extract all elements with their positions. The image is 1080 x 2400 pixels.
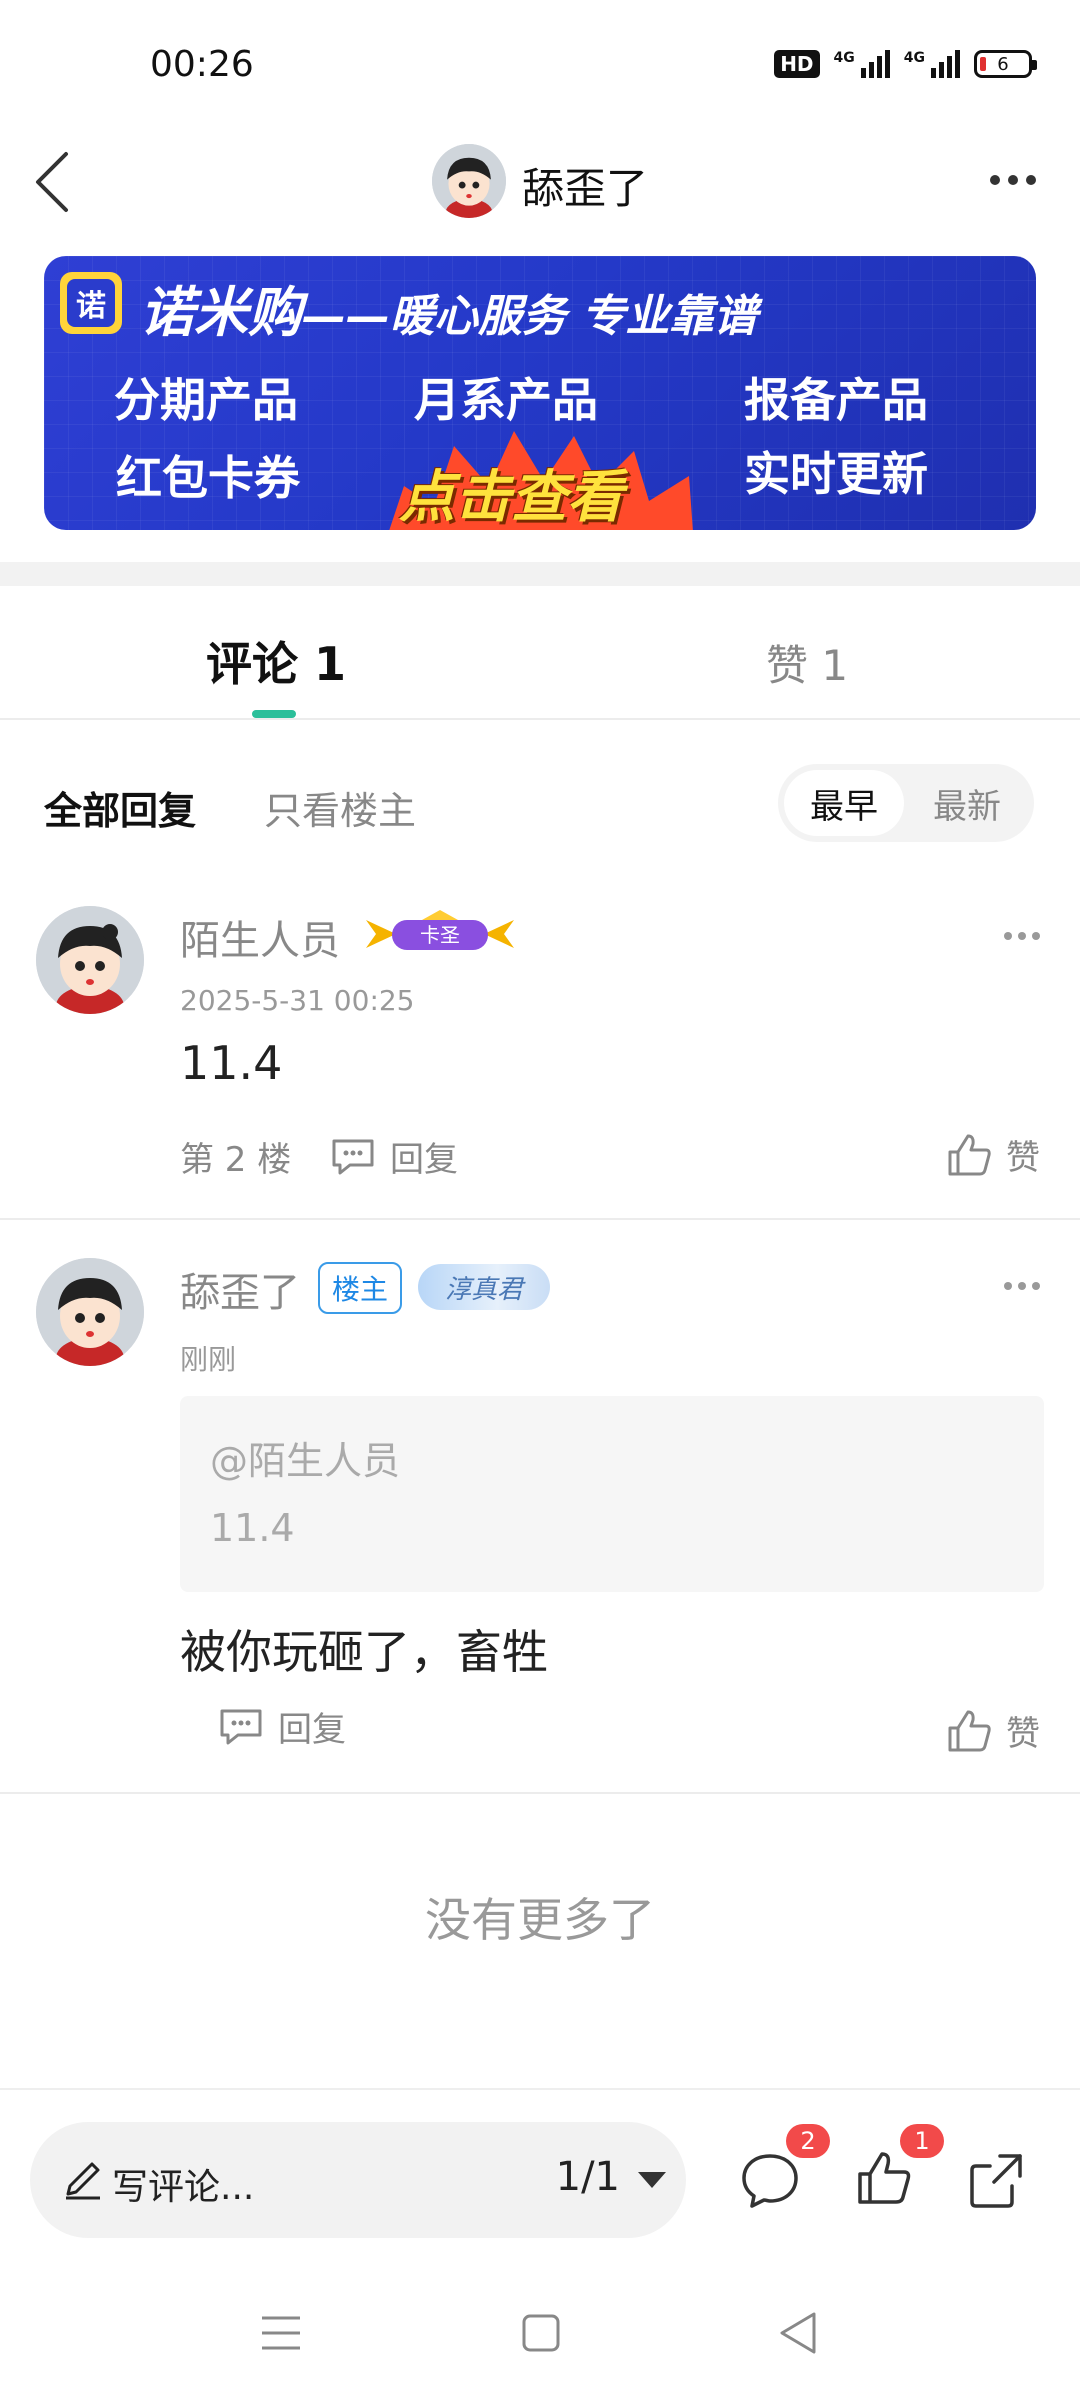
comment-input[interactable]: 写评论... 1/1 (30, 2122, 686, 2238)
divider (0, 2088, 1080, 2090)
brand-logo-icon: 诺 (60, 272, 122, 334)
sort-earliest-button[interactable]: 最早 (784, 770, 904, 836)
tab-likes[interactable]: 赞 1 (766, 632, 848, 693)
ad-banner[interactable]: 诺 诺米购——暖心服务 专业靠谱 分期产品 月系产品 报备产品 红包卡券 实时更… (44, 256, 1036, 530)
banner-item: 实时更新 (744, 447, 928, 501)
thumbs-up-icon (948, 1710, 991, 1751)
reply-icon (332, 1139, 374, 1174)
divider (0, 718, 1080, 720)
menu-icon[interactable] (254, 2306, 308, 2360)
svg-text:卡圣: 卡圣 (420, 923, 460, 947)
comment-more-icon[interactable] (1004, 932, 1040, 940)
status-time: 00:26 (150, 44, 254, 85)
avatar[interactable] (432, 144, 506, 218)
floor-label: 第 2 楼 (180, 1140, 292, 1180)
tab-indicator (252, 710, 296, 718)
more-icon[interactable] (990, 175, 1036, 185)
avatar-icon (36, 1258, 144, 1366)
rank-badge: 淳真君 (418, 1264, 550, 1310)
comment-text: 11.4 (180, 1036, 283, 1090)
like-button[interactable]: 赞 (946, 1130, 1040, 1179)
user-badge: 卡圣 (362, 910, 518, 958)
avatar[interactable] (36, 906, 144, 1014)
comment-more-icon[interactable] (1004, 1282, 1040, 1290)
comment-input-placeholder: 写评论... (112, 2167, 255, 2208)
avatar-icon (36, 906, 144, 1014)
share-icon[interactable] (964, 2148, 1028, 2212)
signal-icon: 4G (834, 50, 890, 78)
like-icon[interactable] (852, 2146, 916, 2210)
avatar-icon (432, 144, 506, 218)
divider (0, 1218, 1080, 1220)
hd-icon: HD (774, 50, 820, 78)
sort-toggle: 最早 最新 (778, 764, 1034, 842)
quote-text: 11.4 (210, 1506, 295, 1550)
nav-back-icon[interactable] (772, 2306, 826, 2360)
banner-item: 红包卡券 (116, 451, 300, 505)
comment-icon[interactable] (738, 2148, 802, 2212)
page-title: 舔歪了 (522, 164, 649, 213)
like-count-badge: 1 (900, 2124, 944, 2158)
battery-icon: 6 (974, 50, 1037, 78)
sort-latest-button[interactable]: 最新 (912, 770, 1022, 836)
like-button[interactable]: 赞 (946, 1706, 1040, 1755)
banner-cta[interactable]: 点击查看 (399, 452, 623, 530)
quoted-comment[interactable]: @陌生人员 11.4 (180, 1396, 1044, 1592)
comment-username[interactable]: 陌生人员 (180, 908, 340, 966)
filter-op-only[interactable]: 只看楼主 (264, 780, 416, 835)
comment-count-badge: 2 (786, 2124, 830, 2158)
page-indicator[interactable]: 1/1 (556, 2154, 620, 2200)
section-separator (0, 562, 1080, 586)
reply-button[interactable]: 回复 (218, 1702, 346, 1751)
pencil-icon (66, 2162, 100, 2200)
quote-username: @陌生人员 (210, 1439, 401, 1483)
divider (0, 1792, 1080, 1794)
tab-comments[interactable]: 评论 1 (206, 628, 346, 694)
filter-all-replies[interactable]: 全部回复 (44, 780, 196, 835)
banner-headline: 诺米购——暖心服务 专业靠谱 (140, 281, 758, 344)
status-icons: HD 4G 4G 6 (774, 50, 1037, 78)
banner-item: 分期产品 (114, 373, 298, 427)
banner-item: 月系产品 (414, 373, 598, 427)
end-of-list-label: 没有更多了 (425, 1893, 655, 1947)
banner-item: 报备产品 (744, 373, 928, 427)
chevron-down-icon[interactable] (638, 2172, 666, 2188)
reply-button[interactable]: 回复 (330, 1132, 458, 1181)
comment-text: 被你玩砸了，畜牲 (180, 1625, 548, 1679)
op-badge: 楼主 (318, 1262, 403, 1314)
comment-username[interactable]: 舔歪了 (180, 1260, 300, 1318)
reply-icon (220, 1709, 262, 1744)
thumbs-up-icon (948, 1134, 991, 1175)
avatar[interactable] (36, 1258, 144, 1366)
comment-time: 刚刚 (180, 1343, 237, 1376)
back-icon[interactable] (30, 150, 76, 214)
signal-icon-2: 4G (904, 50, 960, 78)
home-icon[interactable] (514, 2306, 568, 2360)
comment-time: 2025-5-31 00:25 (180, 984, 415, 1017)
